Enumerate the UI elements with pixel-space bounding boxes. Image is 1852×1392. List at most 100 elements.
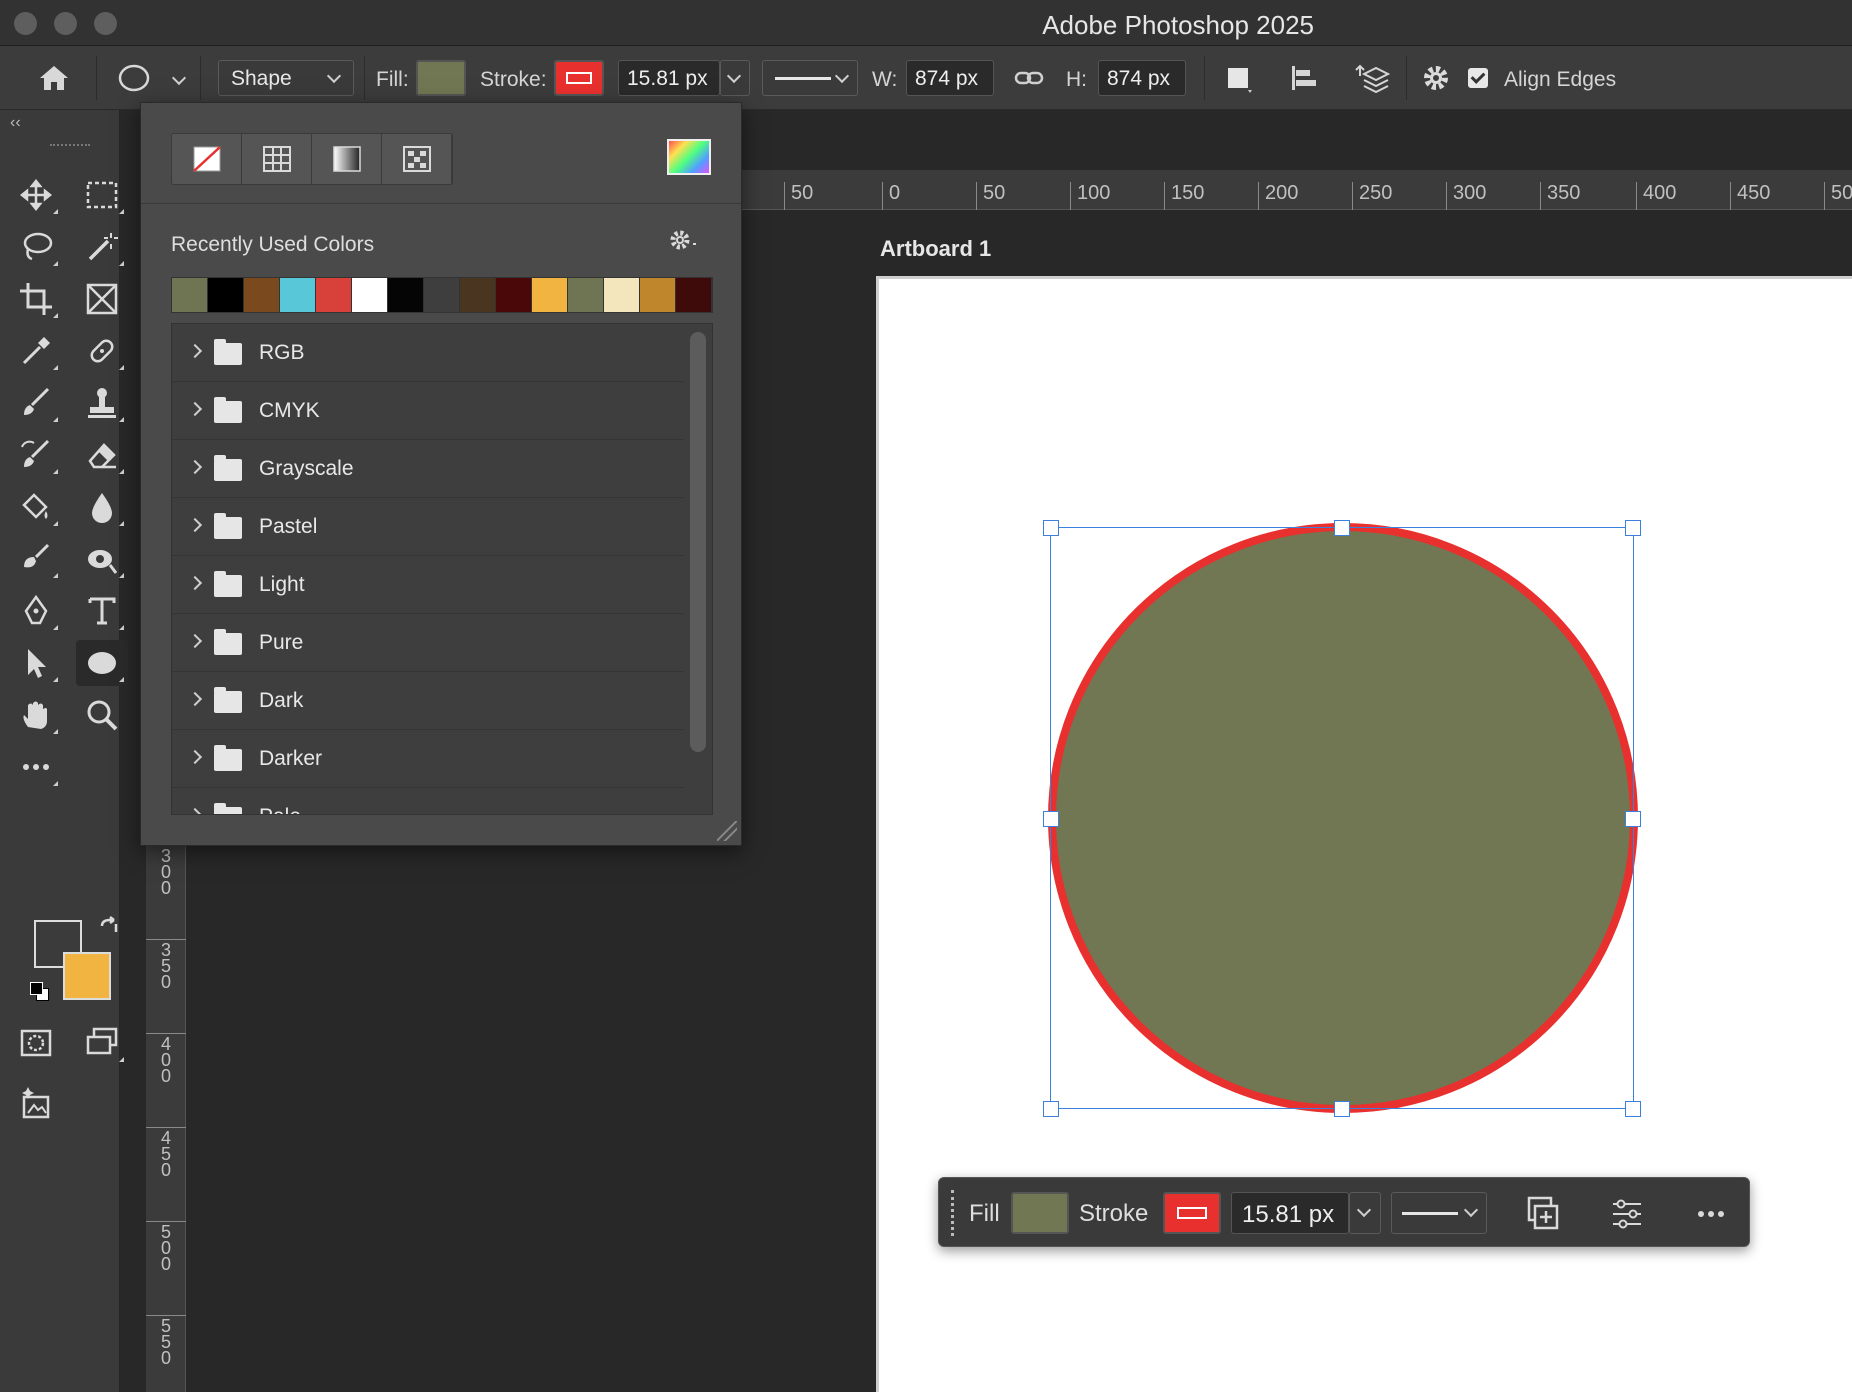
recent-color-swatch[interactable] <box>460 278 496 312</box>
path-arrangement-icon[interactable] <box>1350 60 1391 96</box>
chevron-right-icon[interactable] <box>187 807 203 814</box>
crop-tool-icon[interactable] <box>10 276 62 322</box>
swatch-folder-cmyk[interactable]: CMYK <box>172 382 684 440</box>
pen-tool-icon[interactable] <box>10 588 62 634</box>
recent-color-swatch[interactable] <box>496 278 532 312</box>
chevron-right-icon[interactable] <box>187 575 203 591</box>
duplicate-shape-icon[interactable] <box>1523 1194 1563 1234</box>
swatch-folder-pastel[interactable]: Pastel <box>172 498 684 556</box>
chevron-right-icon[interactable] <box>187 401 203 417</box>
eraser-tool-icon[interactable] <box>76 432 128 478</box>
width-input[interactable]: 874 px <box>906 60 994 96</box>
clone-stamp-tool-icon[interactable] <box>76 380 128 426</box>
recent-color-swatch[interactable] <box>208 278 244 312</box>
recent-color-swatch[interactable] <box>424 278 460 312</box>
chevron-right-icon[interactable] <box>187 749 203 765</box>
selection-bounding-box[interactable] <box>1050 527 1634 1109</box>
swatch-folder-pale[interactable]: Pale <box>172 788 684 814</box>
default-colors-icon[interactable] <box>30 982 50 1002</box>
chevron-right-icon[interactable] <box>187 517 203 533</box>
swatch-folder-pure[interactable]: Pure <box>172 614 684 672</box>
zoom-window-button[interactable] <box>94 12 117 35</box>
swatch-folder-grayscale[interactable]: Grayscale <box>172 440 684 498</box>
pattern-icon[interactable] <box>382 134 452 184</box>
recent-color-swatch[interactable] <box>568 278 604 312</box>
resize-handle[interactable] <box>1625 1101 1641 1117</box>
smudge-tool-icon[interactable] <box>10 536 62 582</box>
resize-handle[interactable] <box>1334 1101 1350 1117</box>
link-dimensions-icon[interactable] <box>1010 60 1050 96</box>
adjust-settings-icon[interactable] <box>1607 1194 1647 1234</box>
gear-icon[interactable] <box>669 229 701 257</box>
screen-mode-icon[interactable] <box>76 1020 128 1066</box>
resize-handle[interactable] <box>1625 520 1641 536</box>
stroke-type-dropdown[interactable] <box>762 60 858 96</box>
path-selection-tool-icon[interactable] <box>10 640 62 686</box>
popover-resize-grip[interactable] <box>717 821 737 841</box>
frame-tool-icon[interactable] <box>76 276 128 322</box>
chevron-right-icon[interactable] <box>187 691 203 707</box>
close-window-button[interactable] <box>14 12 37 35</box>
move-tool-icon[interactable] <box>10 172 62 218</box>
recent-color-swatch[interactable] <box>604 278 640 312</box>
ellipse-tool-icon[interactable] <box>76 640 128 686</box>
rectangular-marquee-tool-icon[interactable] <box>76 172 128 218</box>
spot-healing-brush-icon[interactable] <box>76 328 128 374</box>
artboard-label[interactable]: Artboard 1 <box>880 236 991 262</box>
task-bar-stroke-type-dropdown[interactable] <box>1391 1192 1487 1234</box>
hand-tool-icon[interactable] <box>10 692 62 738</box>
gradient-icon[interactable] <box>312 134 382 184</box>
panel-grip[interactable] <box>50 144 90 149</box>
more-options-icon[interactable] <box>1691 1194 1731 1234</box>
paint-bucket-tool-icon[interactable] <box>10 484 62 530</box>
recent-color-swatch[interactable] <box>280 278 316 312</box>
stroke-swatch[interactable] <box>554 60 604 96</box>
path-alignment-icon[interactable] <box>1284 60 1324 96</box>
resize-handle[interactable] <box>1043 1101 1059 1117</box>
resize-handle[interactable] <box>1334 520 1350 536</box>
task-bar-stroke-swatch[interactable] <box>1163 1192 1221 1234</box>
color-picker-icon[interactable] <box>667 139 711 175</box>
brush-tool-icon[interactable] <box>10 380 62 426</box>
stroke-width-dropdown[interactable] <box>720 60 750 96</box>
align-edges-checkbox[interactable] <box>1468 68 1488 88</box>
swatch-folder-darker[interactable]: Darker <box>172 730 684 788</box>
magic-wand-tool-icon[interactable] <box>76 224 128 270</box>
shape-mode-select[interactable]: Shape <box>218 60 354 96</box>
no-color-icon[interactable] <box>172 134 242 184</box>
resize-handle[interactable] <box>1625 811 1641 827</box>
gear-icon[interactable] <box>1416 60 1456 96</box>
swatch-folder-light[interactable]: Light <box>172 556 684 614</box>
swatch-folder-rgb[interactable]: RGB <box>172 324 684 382</box>
dodge-tool-icon[interactable] <box>76 536 128 582</box>
ellipse-tool-preset-icon[interactable] <box>116 60 156 96</box>
home-icon[interactable] <box>34 60 74 96</box>
quick-mask-icon[interactable] <box>10 1020 62 1066</box>
lasso-tool-icon[interactable] <box>10 224 62 270</box>
blur-tool-icon[interactable] <box>76 484 128 530</box>
resize-handle[interactable] <box>1043 520 1059 536</box>
height-input[interactable]: 874 px <box>1098 60 1186 96</box>
task-bar-stroke-width-input[interactable]: 15.81 px <box>1231 1192 1349 1234</box>
recent-color-swatch[interactable] <box>640 278 676 312</box>
recent-color-swatch[interactable] <box>352 278 388 312</box>
solid-color-icon[interactable] <box>242 134 312 184</box>
path-operations-icon[interactable] <box>1218 60 1258 96</box>
recent-color-swatch[interactable] <box>316 278 352 312</box>
history-brush-tool-icon[interactable] <box>10 432 62 478</box>
minimize-window-button[interactable] <box>54 12 77 35</box>
fill-swatch[interactable] <box>416 60 466 96</box>
chevron-right-icon[interactable] <box>187 633 203 649</box>
background-color-swatch[interactable] <box>63 952 111 1000</box>
swap-colors-icon[interactable] <box>96 916 122 942</box>
resize-handle[interactable] <box>1043 811 1059 827</box>
type-tool-icon[interactable] <box>76 588 128 634</box>
recent-color-swatch[interactable] <box>676 278 712 312</box>
task-bar-stroke-width-dropdown[interactable] <box>1349 1192 1381 1234</box>
stroke-width-input[interactable]: 15.81 px <box>618 60 720 96</box>
generative-fill-icon[interactable] <box>10 1080 62 1126</box>
zoom-tool-icon[interactable] <box>76 692 128 738</box>
eyedropper-tool-icon[interactable] <box>10 328 62 374</box>
recent-color-swatch[interactable] <box>172 278 208 312</box>
collapse-panel-icon[interactable]: ‹‹ <box>10 114 21 132</box>
